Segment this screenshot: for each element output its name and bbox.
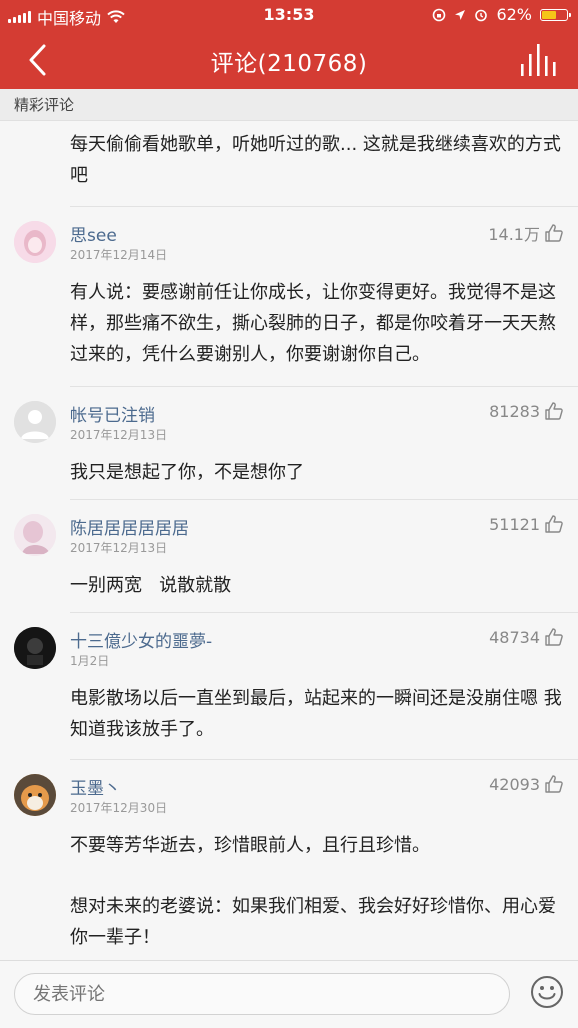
comment-item: 每天偷偷看她歌单，听她听过的歌... 这就是我继续喜欢的方式吧 (0, 121, 578, 207)
comment-text: 不要等芳华逝去，珍惜眼前人，且行且珍惜。 (70, 835, 430, 856)
comment-item: 帐号已注销 2017年12月13日 81283 我只是想起了你，不是想你了 (0, 387, 578, 500)
avatar-image (14, 514, 56, 556)
avatar[interactable] (14, 221, 56, 263)
like-button[interactable]: 42093 (489, 774, 564, 794)
like-button[interactable]: 48734 (489, 627, 564, 647)
comment-text-paragraph-2: 想对未来的老婆说：如果我们相爱、我会好好珍惜你、用心爱你一辈子！ (70, 896, 556, 948)
comment-text: 电影散场以后一直坐到最后，站起来的一瞬间还是没崩住嗯 我知道我该放手了。 (70, 688, 562, 740)
comment-date: 2017年12月14日 (70, 248, 168, 262)
comment-item: 十三億少女的噩夢- 1月2日 48734 电影散场以后一直坐到最后，站起来的一瞬… (0, 613, 578, 760)
thumbs-up-icon (545, 628, 563, 646)
comment-text: 我只是想起了你，不是想你了 (70, 462, 304, 483)
status-bar: 中国移动 13:53 62% (0, 0, 578, 30)
comment-text: 每天偷偷看她歌单，听她听过的歌... 这就是我继续喜欢的方式吧 (70, 134, 561, 186)
comment-item: 思see 2017年12月14日 14.1万 有人说：要感谢前任让你成长，让你变… (0, 207, 578, 387)
thumbs-up-icon (545, 515, 563, 533)
like-count: 48734 (489, 627, 540, 647)
comment-date: 1月2日 (70, 654, 110, 668)
comment-item: 玉墨丶 2017年12月30日 42093 不要等芳华逝去，珍惜眼前人，且行且珍… (0, 760, 578, 960)
username[interactable]: 玉墨丶 (70, 774, 121, 799)
battery-icon (540, 8, 571, 21)
page-title: 评论(210768) (210, 51, 368, 77)
like-button[interactable]: 81283 (489, 401, 564, 421)
comment-date: 2017年12月30日 (70, 801, 168, 815)
emoji-icon[interactable] (530, 975, 564, 1009)
avatar[interactable] (14, 401, 56, 443)
like-button[interactable]: 14.1万 (488, 221, 564, 245)
comment-input[interactable] (14, 973, 510, 1015)
section-header: 精彩评论 (0, 89, 578, 121)
like-count: 14.1万 (488, 225, 540, 244)
like-count: 42093 (489, 774, 540, 794)
like-count: 81283 (489, 401, 540, 421)
comment-date: 2017年12月13日 (70, 541, 168, 555)
comment-text: 一别两宽 说散就散 (70, 575, 232, 596)
username[interactable]: 帐号已注销 (70, 401, 155, 426)
username[interactable]: 思see (70, 221, 117, 246)
rotation-lock-icon (433, 8, 446, 21)
location-icon (455, 9, 466, 20)
comment-composer (0, 960, 578, 1028)
comment-text: 有人说：要感谢前任让你成长，让你变得更好。我觉得不是这样，那些痛不欲生，撕心裂肺… (70, 282, 556, 365)
username[interactable]: 十三億少女的噩夢- (70, 627, 212, 652)
like-button[interactable]: 51121 (489, 514, 564, 534)
default-avatar-icon (14, 401, 56, 443)
battery-percent: 62% (496, 5, 532, 24)
avatar-image (14, 221, 56, 263)
top-bar: 中国移动 13:53 62% 评论(210768) (0, 0, 578, 89)
like-count: 51121 (489, 514, 540, 534)
thumbs-up-icon (545, 402, 563, 420)
avatar[interactable] (14, 627, 56, 669)
thumbs-up-icon (545, 224, 563, 242)
alarm-icon (475, 9, 488, 21)
avatar[interactable] (14, 514, 56, 556)
comment-item: 陈居居居居居居 2017年12月13日 51121 一别两宽 说散就散 (0, 500, 578, 613)
equalizer-icon[interactable] (518, 42, 558, 78)
avatar[interactable] (14, 774, 56, 816)
thumbs-up-icon (545, 775, 563, 793)
comment-list[interactable]: 每天偷偷看她歌单，听她听过的歌... 这就是我继续喜欢的方式吧 思see 201… (0, 121, 578, 960)
comment-date: 2017年12月13日 (70, 428, 168, 442)
avatar-image (14, 627, 56, 669)
avatar-image (14, 774, 56, 816)
nav-bar: 评论(210768) (0, 30, 578, 89)
username[interactable]: 陈居居居居居居 (70, 514, 189, 539)
